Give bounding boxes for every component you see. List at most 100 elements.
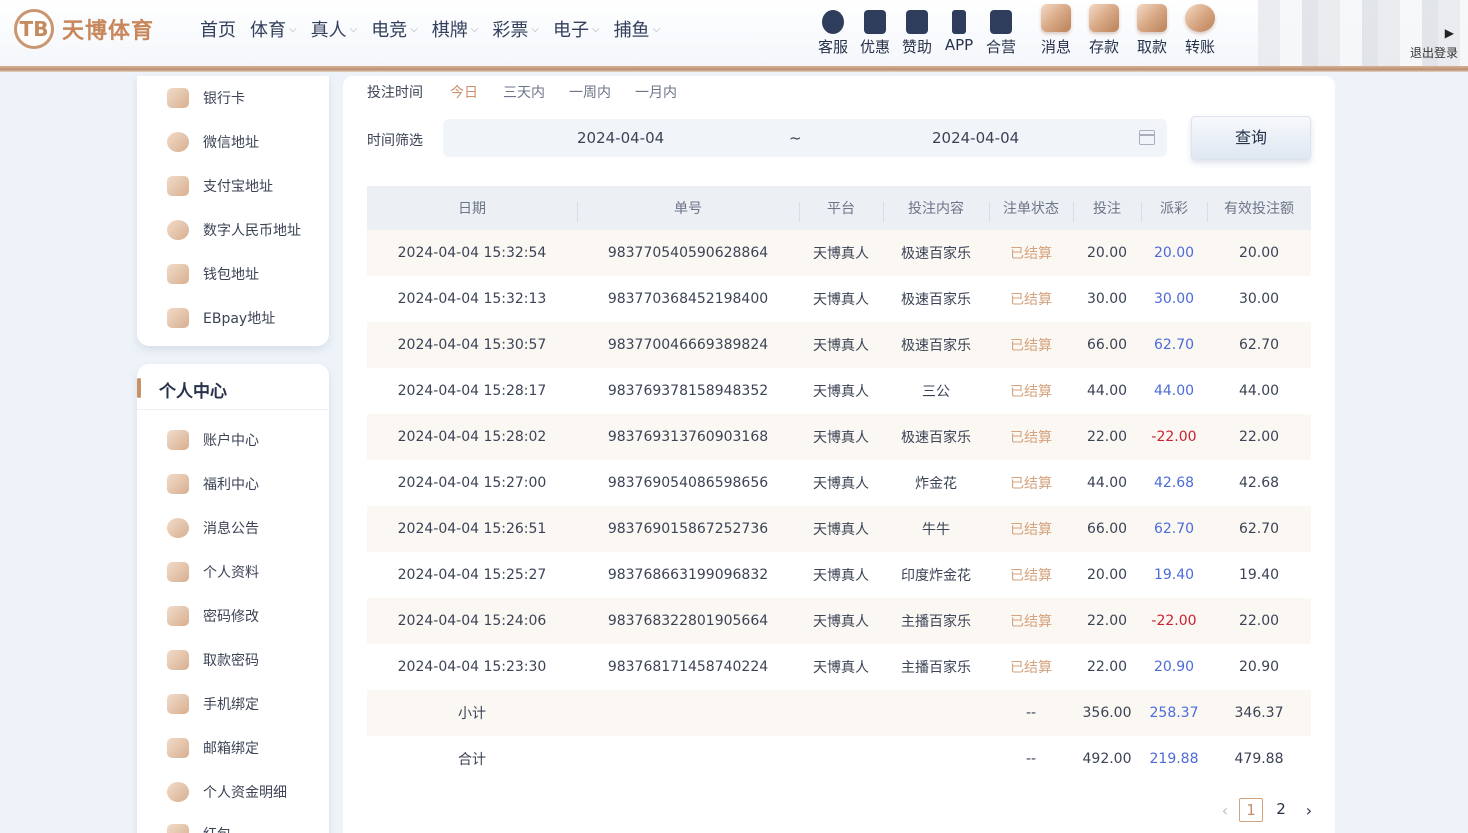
star-badge-icon bbox=[906, 10, 928, 34]
column-header: 有效投注额 bbox=[1207, 198, 1311, 222]
money-actions: 消息 存款 取款 转账 bbox=[1032, 4, 1224, 57]
cell-platform: 天博真人 bbox=[813, 614, 869, 630]
cell-bet-content: 主播百家乐 bbox=[901, 660, 971, 676]
cell-valid-bet: 22.00 bbox=[1238, 429, 1280, 445]
next-page-icon[interactable]: › bbox=[1301, 801, 1317, 820]
sidebar-item-bank-card[interactable]: 银行卡 bbox=[167, 88, 245, 108]
cell-bet-content: 极速百家乐 bbox=[901, 246, 971, 262]
cell-platform: 天博真人 bbox=[813, 522, 869, 538]
sidebar-item-label: 个人资金明细 bbox=[203, 785, 287, 801]
sidebar-item-label: 邮箱绑定 bbox=[203, 741, 259, 757]
table-row[interactable]: 2024-04-04 15:24:06 983768322801905664 天博真… bbox=[367, 598, 1311, 644]
cell-valid-bet: 42.68 bbox=[1238, 475, 1280, 491]
logout-link[interactable]: 退出登录 bbox=[1410, 44, 1458, 61]
site-logo[interactable]: TB 天博体育 bbox=[14, 8, 154, 50]
sidebar-item-password[interactable]: 密码修改 bbox=[167, 606, 259, 626]
range-3-days[interactable]: 三天内 bbox=[503, 82, 545, 102]
nav-item-fishing[interactable]: 捕鱼 ⌵ bbox=[614, 14, 661, 44]
nav-item-esports[interactable]: 电竞 ⌵ bbox=[371, 14, 418, 44]
shortcut-promo[interactable]: 优惠 bbox=[854, 4, 896, 57]
sidebar-item-welfare[interactable]: 福利中心 bbox=[167, 474, 259, 494]
sidebar-item-wechat[interactable]: 微信地址 bbox=[167, 132, 259, 152]
page-2-button[interactable]: 2 bbox=[1269, 798, 1293, 822]
calendar-icon[interactable] bbox=[1139, 130, 1155, 145]
sidebar-item-fund-details[interactable]: 个人资金明细 bbox=[167, 782, 287, 802]
cell-payout: 20.00 bbox=[1153, 245, 1195, 261]
nav-item-lottery[interactable]: 彩票 ⌵ bbox=[492, 14, 539, 44]
table-row[interactable]: 2024-04-04 15:32:54 983770540590628864 天博真… bbox=[367, 230, 1311, 276]
total-payout: 219.88 bbox=[1149, 751, 1199, 767]
sidebar-item-mail-bind[interactable]: 邮箱绑定 bbox=[167, 738, 259, 758]
nav-item-chess[interactable]: 棋牌 ⌵ bbox=[432, 14, 479, 44]
cell-status: 已结算 bbox=[1010, 568, 1052, 584]
subtotal-bet: 356.00 bbox=[1082, 705, 1132, 721]
cell-payout: 44.00 bbox=[1153, 383, 1195, 399]
cell-order-number: 983768322801905664 bbox=[607, 613, 769, 629]
play-icon[interactable]: ▶ bbox=[1445, 26, 1454, 40]
end-date-input[interactable]: 2024-04-04 bbox=[932, 129, 1019, 147]
cell-valid-bet: 22.00 bbox=[1238, 613, 1280, 629]
sidebar-item-profile[interactable]: 个人资料 bbox=[167, 562, 259, 582]
cell-date: 2024-04-04 15:32:54 bbox=[397, 245, 547, 261]
shortcut-service[interactable]: 客服 bbox=[812, 4, 854, 57]
bank-card-icon bbox=[167, 88, 189, 108]
phone-bind-icon bbox=[167, 694, 189, 714]
shortcut-app[interactable]: APP bbox=[938, 4, 980, 57]
action-messages[interactable]: 消息 bbox=[1032, 4, 1080, 57]
section-accent-bar bbox=[137, 378, 141, 398]
sidebar-item-withdraw-password[interactable]: 取款密码 bbox=[167, 650, 259, 670]
sidebar-item-account[interactable]: 账户中心 bbox=[167, 430, 259, 450]
query-button[interactable]: 查询 bbox=[1191, 116, 1311, 160]
sidebar-item-wallet[interactable]: 钱包地址 bbox=[167, 264, 259, 284]
total-bet: 492.00 bbox=[1082, 751, 1132, 767]
sidebar-item-label: 银行卡 bbox=[203, 91, 245, 107]
table-row[interactable]: 2024-04-04 15:27:00 983769054086598656 天博真… bbox=[367, 460, 1311, 506]
prev-page-icon[interactable]: ‹ bbox=[1217, 801, 1233, 820]
sidebar-item-alipay[interactable]: 支付宝地址 bbox=[167, 176, 273, 196]
sidebar-item-notices[interactable]: 消息公告 bbox=[167, 518, 259, 538]
cell-bet-amount: 66.00 bbox=[1086, 521, 1128, 537]
cell-platform: 天博真人 bbox=[813, 660, 869, 676]
cell-date: 2024-04-04 15:30:57 bbox=[397, 337, 547, 353]
subtotal-label: 小计 bbox=[458, 706, 486, 722]
date-range-picker[interactable]: 2024-04-04 ~ 2024-04-04 bbox=[443, 119, 1167, 157]
logo-mark-icon: TB bbox=[14, 9, 54, 49]
cell-status: 已结算 bbox=[1010, 384, 1052, 400]
action-transfer[interactable]: 转账 bbox=[1176, 4, 1224, 57]
cell-platform: 天博真人 bbox=[813, 476, 869, 492]
nav-item-home[interactable]: 首页 bbox=[200, 14, 236, 44]
cell-status: 已结算 bbox=[1010, 246, 1052, 262]
table-row[interactable]: 2024-04-04 15:23:30 983768171458740224 天博真… bbox=[367, 644, 1311, 690]
sidebar-item-digital-rmb[interactable]: 数字人民币地址 bbox=[167, 220, 301, 240]
table-row[interactable]: 2024-04-04 15:32:13 983770368452198400 天博真… bbox=[367, 276, 1311, 322]
sidebar-item-ebpay[interactable]: EBpay地址 bbox=[167, 308, 275, 328]
cell-payout: 20.90 bbox=[1153, 659, 1195, 675]
nav-item-sports[interactable]: 体育 ⌵ bbox=[250, 14, 297, 44]
table-row[interactable]: 2024-04-04 15:25:27 983768663199096832 天博真… bbox=[367, 552, 1311, 598]
shortcut-partner[interactable]: 合营 bbox=[980, 4, 1022, 57]
cell-date: 2024-04-04 15:28:02 bbox=[397, 429, 547, 445]
table-row[interactable]: 2024-04-04 15:28:17 983769378158948352 天博真… bbox=[367, 368, 1311, 414]
sidebar-item-red-packet[interactable]: 红包 bbox=[167, 824, 231, 833]
range-1-month[interactable]: 一月内 bbox=[635, 82, 677, 102]
action-withdraw[interactable]: 取款 bbox=[1128, 4, 1176, 57]
page-1-button[interactable]: 1 bbox=[1239, 798, 1263, 822]
cell-date: 2024-04-04 15:27:00 bbox=[397, 475, 547, 491]
wallet-icon bbox=[167, 264, 189, 284]
nav-label: 体育 bbox=[250, 20, 286, 41]
action-deposit[interactable]: 存款 bbox=[1080, 4, 1128, 57]
table-row[interactable]: 2024-04-04 15:30:57 983770046669389824 天博真… bbox=[367, 322, 1311, 368]
cell-date: 2024-04-04 15:28:17 bbox=[397, 383, 547, 399]
range-today[interactable]: 今日 bbox=[450, 82, 478, 102]
cell-platform: 天博真人 bbox=[813, 246, 869, 262]
nav-item-slots[interactable]: 电子 ⌵ bbox=[553, 14, 600, 44]
table-row[interactable]: 2024-04-04 15:26:51 983769015867252736 天博真… bbox=[367, 506, 1311, 552]
nav-label: 首页 bbox=[200, 20, 236, 41]
start-date-input[interactable]: 2024-04-04 bbox=[577, 129, 664, 147]
sidebar-item-phone-bind[interactable]: 手机绑定 bbox=[167, 694, 259, 714]
range-1-week[interactable]: 一周内 bbox=[569, 82, 611, 102]
nav-item-live[interactable]: 真人 ⌵ bbox=[311, 14, 358, 44]
nav-label: 彩票 bbox=[492, 20, 529, 41]
table-row[interactable]: 2024-04-04 15:28:02 983769313760903168 天博真… bbox=[367, 414, 1311, 460]
shortcut-sponsor[interactable]: 赞助 bbox=[896, 4, 938, 57]
